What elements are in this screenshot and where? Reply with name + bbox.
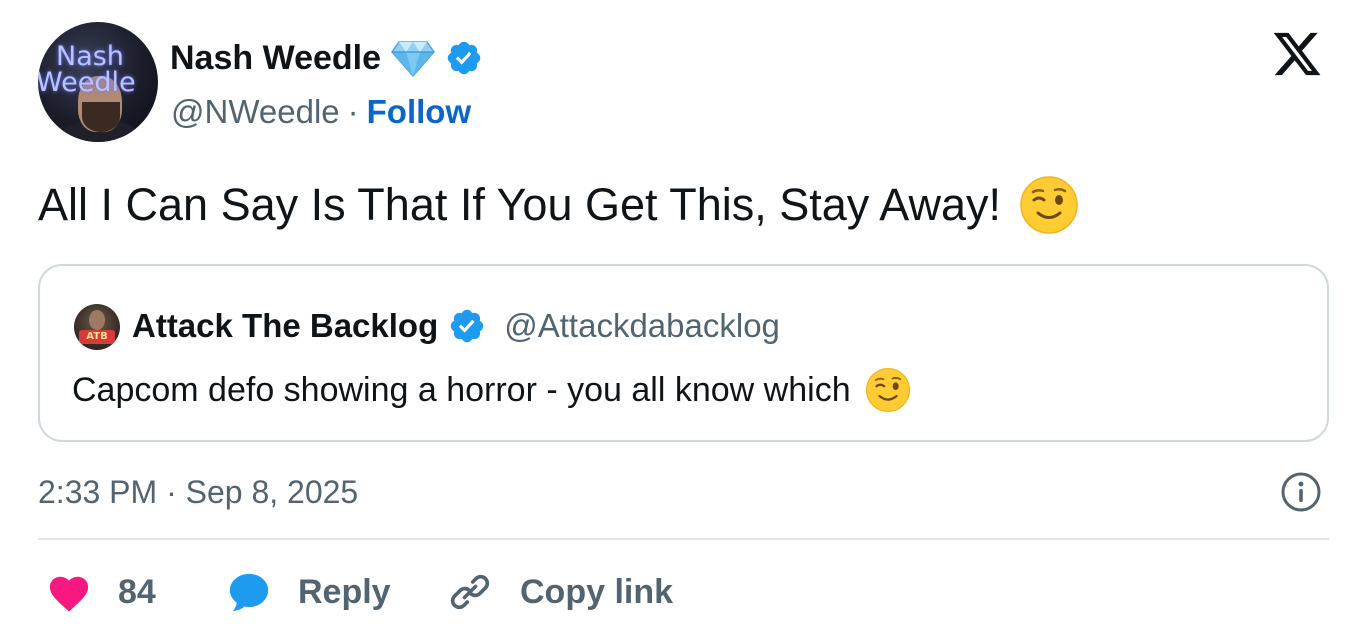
quoted-text: Capcom defo showing a horror - you all k…: [72, 370, 851, 409]
quoted-avatar-badge: ATB: [79, 330, 115, 344]
winking-face-icon: [1019, 175, 1079, 235]
diamond-icon: [391, 38, 435, 78]
quoted-header: Attack The Backlog @Attackdabacklog: [132, 302, 780, 350]
author-handle[interactable]: @NWeedle: [171, 93, 340, 131]
tweet-embed-card: Nash Weedle Nash Weedle @NWeedle · Follo…: [0, 0, 1370, 624]
like-button[interactable]: 84: [46, 566, 156, 618]
separator-dot: ·: [347, 93, 359, 130]
author-avatar[interactable]: Nash Weedle: [38, 22, 158, 142]
link-icon: [446, 570, 494, 614]
follow-button[interactable]: Follow: [367, 93, 471, 131]
quoted-handle[interactable]: @Attackdabacklog: [504, 307, 780, 345]
quoted-display-name[interactable]: Attack The Backlog: [132, 307, 438, 345]
author-name-row: Nash Weedle: [170, 36, 483, 80]
quoted-text-row: Capcom defo showing a horror - you all k…: [72, 366, 911, 414]
divider: [38, 538, 1329, 540]
tweet-timestamp[interactable]: 2:33 PM · Sep 8, 2025: [38, 470, 358, 514]
x-logo-icon[interactable]: [1270, 28, 1324, 80]
quoted-verified-icon: [448, 307, 486, 345]
author-handle-row: @NWeedle · Follow: [171, 90, 471, 134]
verified-icon: [445, 39, 483, 77]
heart-icon: [46, 571, 92, 613]
winking-face-icon: [865, 367, 911, 413]
reply-button[interactable]: Reply: [226, 566, 391, 618]
quoted-tweet[interactable]: ATB Attack The Backlog @Attackdabacklog …: [38, 264, 1329, 442]
avatar-beard: [82, 102, 120, 132]
quoted-avatar-head: [89, 310, 105, 330]
avatar-logo-line2: Weedle: [38, 67, 136, 98]
copy-link-button[interactable]: Copy link: [446, 566, 673, 618]
info-icon[interactable]: [1280, 471, 1322, 513]
tweet-text: All I Can Say Is That If You Get This, S…: [38, 179, 1002, 230]
reply-label: Reply: [298, 572, 391, 611]
like-count: 84: [118, 572, 156, 611]
speech-bubble-icon: [226, 570, 272, 614]
quoted-author-avatar[interactable]: ATB: [74, 304, 120, 350]
tweet-text-row: All I Can Say Is That If You Get This, S…: [38, 172, 1079, 238]
copy-link-label: Copy link: [520, 572, 674, 611]
author-display-name[interactable]: Nash Weedle: [170, 39, 381, 78]
avatar-logo-text: Nash Weedle: [38, 43, 158, 98]
